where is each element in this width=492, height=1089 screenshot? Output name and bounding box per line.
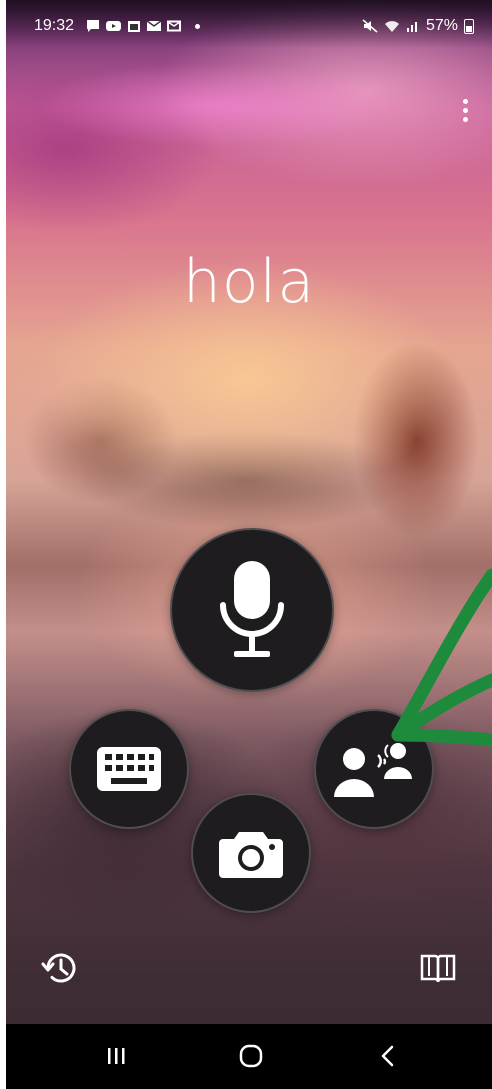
microphone-button[interactable] [170,528,334,692]
translated-phrase: hola [182,247,316,317]
more-vert-icon [462,98,468,104]
battery-percent: 57% [425,17,458,34]
home-button[interactable] [221,1034,281,1078]
calendar-icon [128,21,140,32]
phrasebook-icon [420,954,456,983]
notification-icons [86,18,200,34]
back-icon [381,1045,394,1067]
youtube-icon [106,21,121,31]
history-icon [41,953,76,983]
wifi-icon [384,21,399,32]
battery-icon [464,18,474,34]
recents-button[interactable] [86,1034,146,1078]
mail-outline-icon [167,20,181,32]
camera-icon [219,832,283,878]
system-navigation-bar [6,1024,492,1089]
signal-icon [406,22,417,32]
microphone-icon [220,561,284,657]
mute-icon [362,19,378,33]
phrasebook-button[interactable] [418,948,458,988]
keyboard-icon [97,747,161,791]
home-icon [239,1044,263,1068]
message-icon [87,20,99,32]
phone-screen: 19:32 57% hola [6,0,492,1089]
status-bar: 19:32 57% [6,0,492,48]
more-notifications-dot [195,23,200,29]
history-button[interactable] [40,948,80,988]
recents-icon [108,1048,125,1064]
conversation-button[interactable] [314,709,434,829]
conversation-icon [334,743,412,797]
mail-icon [147,20,161,31]
system-status: 57% [362,16,474,36]
camera-button[interactable] [191,793,311,913]
keyboard-button[interactable] [69,709,189,829]
status-time: 19:32 [34,17,75,34]
back-button[interactable] [358,1034,418,1078]
more-options-button[interactable] [450,94,480,126]
